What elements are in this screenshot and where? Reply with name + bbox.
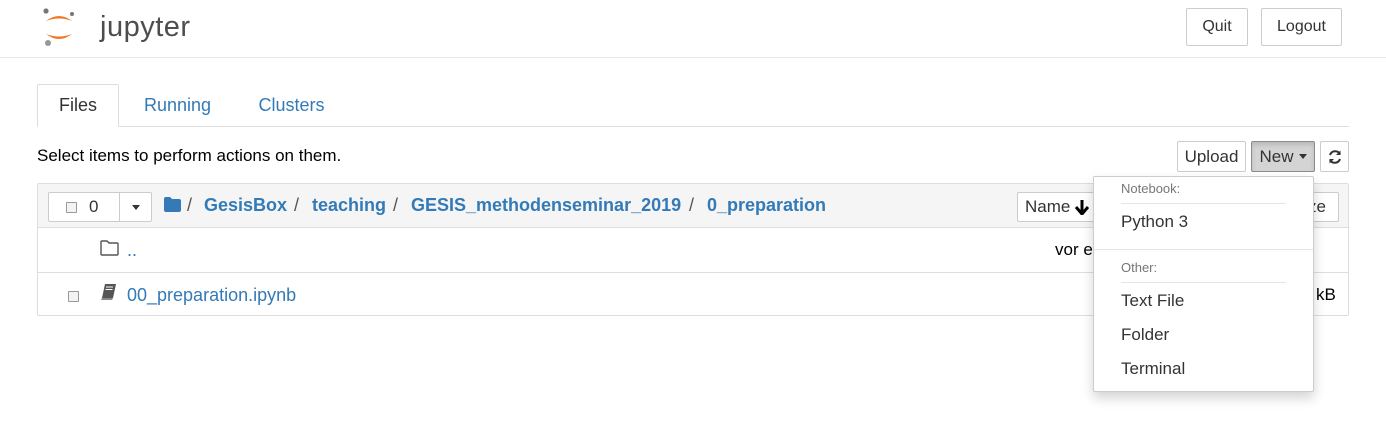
notebook-section-header: Notebook: [1121, 181, 1181, 196]
tab-running[interactable]: Running [131, 84, 224, 126]
breadcrumb-teaching[interactable]: teaching [312, 195, 386, 216]
app-name: jupyter [100, 11, 191, 43]
notebook-file-link[interactable]: 00_preparation.ipynb [127, 285, 296, 306]
arrow-down-icon [1075, 199, 1090, 215]
caret-down-icon [1298, 154, 1307, 159]
folder-open-icon [100, 240, 119, 256]
selection-hint: Select items to perform actions on them. [37, 146, 342, 165]
file-size: kB [1316, 285, 1336, 304]
selection-dropdown-button[interactable] [119, 192, 152, 222]
new-folder-item[interactable]: Folder [1121, 325, 1169, 345]
modified-time: vor e [1055, 240, 1093, 259]
tab-bar: Files Running Clusters [37, 84, 1349, 127]
breadcrumb-separator: / [393, 195, 399, 215]
breadcrumb-separator: / [294, 195, 300, 215]
jupyter-logo-icon [43, 8, 74, 46]
new-button-label: New [1259, 146, 1294, 166]
breadcrumb-separator: / [689, 195, 695, 215]
section-underline [1121, 282, 1286, 283]
tab-clusters[interactable]: Clusters [245, 84, 338, 126]
breadcrumb-gesisbox[interactable]: GesisBox [204, 195, 287, 216]
section-underline [1121, 203, 1286, 204]
breadcrumb-preparation[interactable]: 0_preparation [707, 195, 826, 216]
refresh-icon [1328, 149, 1341, 164]
sort-name-button[interactable]: Name [1017, 192, 1097, 222]
select-all-checkbox[interactable] [66, 201, 77, 213]
breadcrumb-separator: / [187, 195, 193, 215]
other-section-header: Other: [1121, 260, 1158, 275]
new-button[interactable]: New [1251, 141, 1315, 172]
tab-files[interactable]: Files [37, 84, 119, 127]
parent-folder-link[interactable]: .. [127, 240, 137, 261]
folder-icon[interactable] [164, 197, 181, 212]
jupyter-logo[interactable]: jupyter [42, 7, 192, 49]
sort-name-label: Name [1025, 197, 1071, 216]
upload-button[interactable]: Upload [1177, 141, 1246, 172]
caret-down-icon [131, 204, 140, 210]
menu-divider [1094, 249, 1313, 250]
logout-button[interactable]: Logout [1261, 8, 1342, 46]
notebook-icon [101, 284, 116, 300]
row-checkbox[interactable] [68, 291, 79, 302]
refresh-button[interactable] [1320, 141, 1349, 172]
new-dropdown-menu: Notebook: Python 3 Other: Text File Fold… [1093, 176, 1314, 392]
breadcrumb-methodenseminar[interactable]: GESIS_methodenseminar_2019 [411, 195, 681, 216]
top-header: jupyter Quit Logout [0, 0, 1386, 58]
selected-count: 0 [89, 197, 99, 216]
new-terminal-item[interactable]: Terminal [1121, 359, 1185, 379]
new-text-file-item[interactable]: Text File [1121, 291, 1184, 311]
quit-button[interactable]: Quit [1186, 8, 1248, 46]
new-python3-item[interactable]: Python 3 [1121, 212, 1188, 232]
select-all-control[interactable]: 0 [48, 192, 120, 222]
